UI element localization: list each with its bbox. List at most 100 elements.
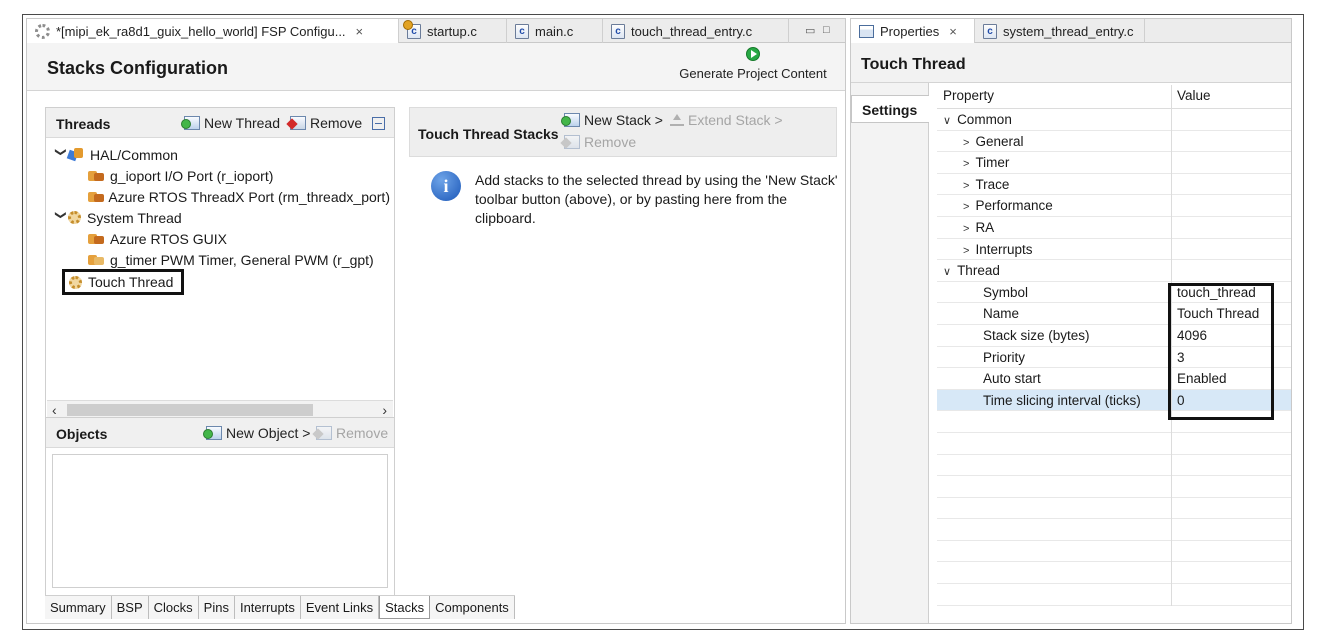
chevron-down-icon[interactable]: ❯	[55, 211, 68, 225]
tab-properties[interactable]: Properties ×	[851, 19, 975, 44]
properties-view: Properties × c system_thread_entry.c Tou…	[850, 18, 1292, 624]
objects-list[interactable]	[52, 454, 388, 588]
property-row[interactable]: > RA	[937, 216, 1291, 239]
tab-bsp[interactable]: BSP	[111, 596, 149, 619]
property-row[interactable]: > Interrupts	[937, 238, 1291, 261]
remove-object-button[interactable]: Remove	[316, 425, 388, 441]
properties-table-header: Property Value	[937, 85, 1291, 109]
tab-main-c[interactable]: c main.c	[507, 19, 603, 43]
hal-common-icon	[68, 147, 84, 162]
property-row[interactable]: > General	[937, 130, 1291, 153]
extend-stack-button[interactable]: Extend Stack >	[670, 112, 783, 128]
close-icon[interactable]: ×	[949, 24, 957, 39]
property-row[interactable]: Priority 3	[937, 346, 1291, 369]
column-header-value: Value	[1177, 88, 1211, 103]
chevron-right-icon[interactable]: >	[963, 158, 969, 170]
property-row[interactable]: > Timer	[937, 152, 1291, 174]
column-divider[interactable]	[1171, 85, 1172, 109]
property-value[interactable]: Enabled	[1177, 371, 1227, 386]
property-value[interactable]: 3	[1177, 350, 1185, 365]
property-row[interactable]: Name Touch Thread	[937, 303, 1291, 325]
tree-item-g-timer[interactable]: g_timer PWM Timer, General PWM (r_gpt)	[54, 249, 390, 270]
column-divider	[1171, 173, 1172, 196]
tree-item-label: Azure RTOS ThreadX Port (rm_threadx_port…	[108, 188, 390, 205]
column-divider	[1171, 324, 1172, 347]
property-row[interactable]: Time slicing interval (ticks) 0	[937, 389, 1291, 412]
scroll-right-icon[interactable]: ›	[382, 402, 387, 418]
property-row[interactable]: ∨ Common	[937, 109, 1291, 131]
column-divider	[1171, 519, 1172, 541]
minimize-icon[interactable]: ▭	[805, 24, 815, 37]
collapse-all-button[interactable]	[372, 117, 385, 130]
property-name: Name	[983, 306, 1019, 321]
remove-thread-button[interactable]: Remove	[290, 115, 362, 131]
column-divider	[1171, 303, 1172, 325]
chevron-right-icon[interactable]: >	[963, 180, 969, 192]
property-value[interactable]: touch_thread	[1177, 285, 1256, 300]
tab-system-thread-entry-c[interactable]: c system_thread_entry.c	[975, 19, 1145, 43]
property-value[interactable]: 4096	[1177, 328, 1207, 343]
tree-item-threadx-port[interactable]: Azure RTOS ThreadX Port (rm_threadx_port…	[54, 186, 390, 207]
empty-row	[937, 454, 1291, 477]
module-icon	[88, 190, 105, 204]
property-name-label: Stack size (bytes)	[983, 327, 1090, 343]
property-name-label: RA	[975, 219, 995, 235]
tab-clocks[interactable]: Clocks	[148, 596, 199, 619]
remove-icon	[290, 116, 306, 130]
property-name-label: Performance	[975, 198, 1053, 214]
new-object-button[interactable]: New Object >	[203, 425, 310, 441]
tab-fsp-configuration[interactable]: *[mipi_ek_ra8d1_guix_hello_world] FSP Co…	[27, 19, 399, 44]
property-row[interactable]: ∨ Thread	[937, 260, 1291, 282]
chevron-right-icon[interactable]: >	[963, 137, 969, 149]
property-row[interactable]: > Trace	[937, 173, 1291, 196]
remove-label: Remove	[584, 134, 637, 150]
scroll-left-icon[interactable]: ‹	[52, 402, 57, 418]
remove-stack-button[interactable]: Remove	[564, 134, 636, 150]
tree-item-g-ioport[interactable]: g_ioport I/O Port (r_ioport)	[54, 165, 390, 186]
property-value[interactable]: Touch Thread	[1177, 306, 1259, 321]
new-stack-label: New Stack >	[584, 112, 663, 128]
column-divider	[1171, 195, 1172, 217]
chevron-down-icon[interactable]: ∨	[943, 115, 951, 127]
new-stack-button[interactable]: New Stack >	[561, 112, 663, 128]
tab-summary[interactable]: Summary	[45, 596, 112, 619]
module-icon	[88, 169, 104, 183]
column-divider	[1171, 454, 1172, 477]
tab-interrupts[interactable]: Interrupts	[234, 596, 301, 619]
tab-pins[interactable]: Pins	[198, 596, 235, 619]
property-row[interactable]: > Performance	[937, 195, 1291, 217]
tab-label: *[mipi_ek_ra8d1_guix_hello_world] FSP Co…	[56, 24, 346, 39]
tab-settings[interactable]: Settings	[851, 95, 929, 123]
column-divider	[1171, 584, 1172, 606]
column-divider	[1171, 368, 1172, 390]
generate-project-content-button[interactable]: Generate Project Content	[673, 47, 833, 81]
new-object-icon	[203, 426, 222, 440]
chevron-down-icon[interactable]: ❯	[55, 148, 68, 162]
chevron-right-icon[interactable]: >	[963, 245, 969, 257]
tree-item-label: g_ioport I/O Port (r_ioport)	[110, 167, 274, 184]
property-row[interactable]: Auto start Enabled	[937, 368, 1291, 390]
tree-item-azure-rtos-guix[interactable]: Azure RTOS GUIX	[54, 228, 390, 249]
scrollbar-thumb[interactable]	[67, 404, 313, 416]
chevron-right-icon[interactable]: >	[963, 201, 969, 213]
chevron-right-icon[interactable]: >	[963, 223, 969, 235]
property-row[interactable]: Symbol touch_thread	[937, 281, 1291, 304]
properties-title: Touch Thread	[861, 56, 966, 73]
tree-item-touch-thread[interactable]: Touch Thread	[54, 269, 390, 295]
empty-row	[937, 411, 1291, 433]
property-name: ∨ Thread	[943, 263, 1000, 278]
tab-touch-thread-entry-c[interactable]: c touch_thread_entry.c	[603, 19, 789, 43]
tree-item-hal-common[interactable]: ❯ HAL/Common	[54, 144, 390, 165]
collapse-all-icon	[372, 117, 385, 130]
close-icon[interactable]: ×	[356, 24, 364, 39]
tab-startup-c[interactable]: c startup.c	[399, 19, 507, 43]
property-value[interactable]: 0	[1177, 393, 1185, 408]
tab-components[interactable]: Components	[430, 596, 515, 619]
chevron-down-icon[interactable]: ∨	[943, 266, 951, 278]
maximize-icon[interactable]: □	[823, 24, 830, 36]
tab-event-links[interactable]: Event Links	[300, 596, 380, 619]
tree-item-system-thread[interactable]: ❯ System Thread	[54, 207, 390, 228]
property-row[interactable]: Stack size (bytes) 4096	[937, 324, 1291, 347]
tab-stacks[interactable]: Stacks	[379, 596, 431, 619]
new-thread-button[interactable]: New Thread	[181, 115, 280, 131]
